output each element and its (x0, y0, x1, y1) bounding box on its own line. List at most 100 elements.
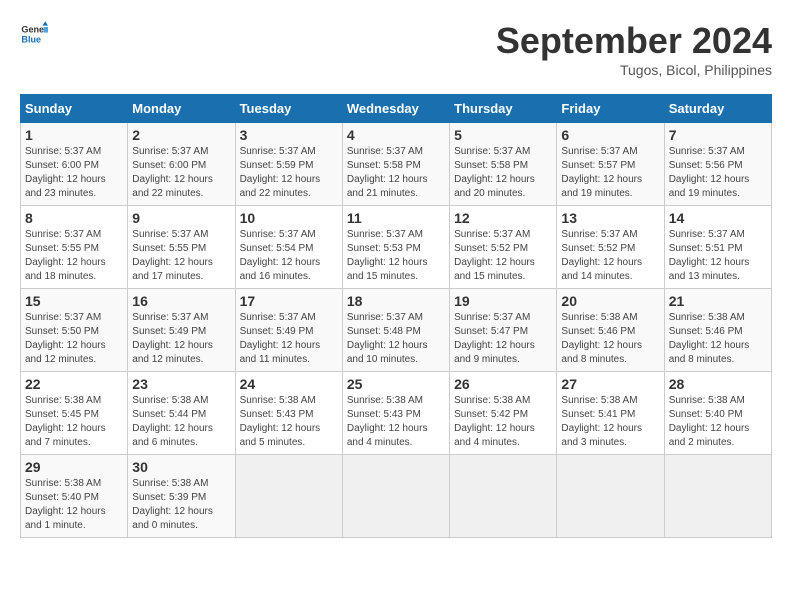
day-number: 21 (669, 293, 767, 309)
table-row: 28 Sunrise: 5:38 AM Sunset: 5:40 PM Dayli… (664, 372, 771, 455)
day-number: 7 (669, 127, 767, 143)
day-info: Sunrise: 5:37 AM Sunset: 5:54 PM Dayligh… (240, 228, 338, 284)
day-number: 11 (347, 210, 445, 226)
day-info: Sunrise: 5:37 AM Sunset: 5:47 PM Dayligh… (454, 311, 552, 367)
day-number: 28 (669, 376, 767, 392)
day-number: 18 (347, 293, 445, 309)
day-info: Sunrise: 5:37 AM Sunset: 6:00 PM Dayligh… (25, 145, 123, 201)
day-number: 5 (454, 127, 552, 143)
table-row (557, 455, 664, 538)
col-thursday: Thursday (450, 95, 557, 123)
day-info: Sunrise: 5:37 AM Sunset: 5:52 PM Dayligh… (561, 228, 659, 284)
table-row: 1 Sunrise: 5:37 AM Sunset: 6:00 PM Daylig… (21, 123, 128, 206)
day-number: 16 (132, 293, 230, 309)
day-info: Sunrise: 5:37 AM Sunset: 5:58 PM Dayligh… (347, 145, 445, 201)
col-saturday: Saturday (664, 95, 771, 123)
day-number: 10 (240, 210, 338, 226)
day-info: Sunrise: 5:37 AM Sunset: 5:52 PM Dayligh… (454, 228, 552, 284)
day-info: Sunrise: 5:38 AM Sunset: 5:46 PM Dayligh… (561, 311, 659, 367)
day-info: Sunrise: 5:38 AM Sunset: 5:46 PM Dayligh… (669, 311, 767, 367)
table-row: 3Sunrise: 5:37 AM Sunset: 5:59 PM Daylig… (235, 123, 342, 206)
table-row: 18Sunrise: 5:37 AM Sunset: 5:48 PM Dayli… (342, 289, 449, 372)
table-row: 30 Sunrise: 5:38 AM Sunset: 5:39 PM Dayli… (128, 455, 235, 538)
day-number: 2 (132, 127, 230, 143)
logo-icon: General Blue (20, 20, 48, 48)
table-row: 8Sunrise: 5:37 AM Sunset: 5:55 PM Daylig… (21, 206, 128, 289)
col-sunday: Sunday (21, 95, 128, 123)
location: Tugos, Bicol, Philippines (496, 62, 772, 78)
calendar-week-3: 15Sunrise: 5:37 AM Sunset: 5:50 PM Dayli… (21, 289, 772, 372)
table-row: 11Sunrise: 5:37 AM Sunset: 5:53 PM Dayli… (342, 206, 449, 289)
calendar-week-4: 22 Sunrise: 5:38 AM Sunset: 5:45 PM Dayli… (21, 372, 772, 455)
day-info: Sunrise: 5:37 AM Sunset: 5:50 PM Dayligh… (25, 311, 123, 367)
table-row: 13 Sunrise: 5:37 AM Sunset: 5:52 PM Dayli… (557, 206, 664, 289)
calendar-table: Sunday Monday Tuesday Wednesday Thursday… (20, 94, 772, 538)
day-info: Sunrise: 5:38 AM Sunset: 5:40 PM Dayligh… (669, 394, 767, 450)
day-number: 25 (347, 376, 445, 392)
day-info: Sunrise: 5:38 AM Sunset: 5:40 PM Dayligh… (25, 477, 123, 533)
day-number: 30 (132, 459, 230, 475)
day-info: Sunrise: 5:37 AM Sunset: 6:00 PM Dayligh… (132, 145, 230, 201)
day-number: 26 (454, 376, 552, 392)
day-info: Sunrise: 5:37 AM Sunset: 5:49 PM Dayligh… (240, 311, 338, 367)
table-row: 27 Sunrise: 5:38 AM Sunset: 5:41 PM Dayli… (557, 372, 664, 455)
day-info: Sunrise: 5:38 AM Sunset: 5:44 PM Dayligh… (132, 394, 230, 450)
table-row: 12 Sunrise: 5:37 AM Sunset: 5:52 PM Dayli… (450, 206, 557, 289)
logo: General Blue (20, 20, 48, 48)
day-number: 19 (454, 293, 552, 309)
day-number: 14 (669, 210, 767, 226)
svg-text:Blue: Blue (21, 34, 41, 44)
day-info: Sunrise: 5:38 AM Sunset: 5:42 PM Dayligh… (454, 394, 552, 450)
table-row: 29 Sunrise: 5:38 AM Sunset: 5:40 PM Dayli… (21, 455, 128, 538)
table-row: 14 Sunrise: 5:37 AM Sunset: 5:51 PM Dayli… (664, 206, 771, 289)
day-number: 22 (25, 376, 123, 392)
header-row: Sunday Monday Tuesday Wednesday Thursday… (21, 95, 772, 123)
col-friday: Friday (557, 95, 664, 123)
day-info: Sunrise: 5:38 AM Sunset: 5:45 PM Dayligh… (25, 394, 123, 450)
calendar-week-1: 1 Sunrise: 5:37 AM Sunset: 6:00 PM Daylig… (21, 123, 772, 206)
table-row: 9 Sunrise: 5:37 AM Sunset: 5:55 PM Daylig… (128, 206, 235, 289)
table-row (342, 455, 449, 538)
day-number: 13 (561, 210, 659, 226)
day-number: 27 (561, 376, 659, 392)
table-row: 23Sunrise: 5:38 AM Sunset: 5:44 PM Dayli… (128, 372, 235, 455)
table-row: 20 Sunrise: 5:38 AM Sunset: 5:46 PM Dayli… (557, 289, 664, 372)
table-row: 7 Sunrise: 5:37 AM Sunset: 5:56 PM Daylig… (664, 123, 771, 206)
day-number: 20 (561, 293, 659, 309)
month-title: September 2024 (496, 20, 772, 62)
table-row: 25 Sunrise: 5:38 AM Sunset: 5:43 PM Dayli… (342, 372, 449, 455)
day-info: Sunrise: 5:37 AM Sunset: 5:56 PM Dayligh… (669, 145, 767, 201)
day-number: 1 (25, 127, 123, 143)
table-row (235, 455, 342, 538)
calendar-week-5: 29 Sunrise: 5:38 AM Sunset: 5:40 PM Dayli… (21, 455, 772, 538)
day-number: 9 (132, 210, 230, 226)
day-info: Sunrise: 5:38 AM Sunset: 5:43 PM Dayligh… (240, 394, 338, 450)
col-monday: Monday (128, 95, 235, 123)
day-info: Sunrise: 5:37 AM Sunset: 5:49 PM Dayligh… (132, 311, 230, 367)
table-row: 2 Sunrise: 5:37 AM Sunset: 6:00 PM Daylig… (128, 123, 235, 206)
day-info: Sunrise: 5:37 AM Sunset: 5:51 PM Dayligh… (669, 228, 767, 284)
day-number: 29 (25, 459, 123, 475)
day-number: 24 (240, 376, 338, 392)
table-row: 21 Sunrise: 5:38 AM Sunset: 5:46 PM Dayli… (664, 289, 771, 372)
table-row (664, 455, 771, 538)
table-row: 19 Sunrise: 5:37 AM Sunset: 5:47 PM Dayli… (450, 289, 557, 372)
table-row: 26 Sunrise: 5:38 AM Sunset: 5:42 PM Dayli… (450, 372, 557, 455)
table-row: 10 Sunrise: 5:37 AM Sunset: 5:54 PM Dayli… (235, 206, 342, 289)
day-info: Sunrise: 5:37 AM Sunset: 5:57 PM Dayligh… (561, 145, 659, 201)
table-row: 16 Sunrise: 5:37 AM Sunset: 5:49 PM Dayli… (128, 289, 235, 372)
day-number: 6 (561, 127, 659, 143)
day-info: Sunrise: 5:38 AM Sunset: 5:43 PM Dayligh… (347, 394, 445, 450)
page-header: General Blue September 2024 Tugos, Bicol… (20, 20, 772, 78)
day-info: Sunrise: 5:38 AM Sunset: 5:41 PM Dayligh… (561, 394, 659, 450)
col-tuesday: Tuesday (235, 95, 342, 123)
day-number: 3 (240, 127, 338, 143)
table-row: 4Sunrise: 5:37 AM Sunset: 5:58 PM Daylig… (342, 123, 449, 206)
day-info: Sunrise: 5:38 AM Sunset: 5:39 PM Dayligh… (132, 477, 230, 533)
table-row: 5Sunrise: 5:37 AM Sunset: 5:58 PM Daylig… (450, 123, 557, 206)
day-info: Sunrise: 5:37 AM Sunset: 5:55 PM Dayligh… (132, 228, 230, 284)
table-row: 24 Sunrise: 5:38 AM Sunset: 5:43 PM Dayli… (235, 372, 342, 455)
day-number: 12 (454, 210, 552, 226)
table-row: 22 Sunrise: 5:38 AM Sunset: 5:45 PM Dayli… (21, 372, 128, 455)
title-block: September 2024 Tugos, Bicol, Philippines (496, 20, 772, 78)
